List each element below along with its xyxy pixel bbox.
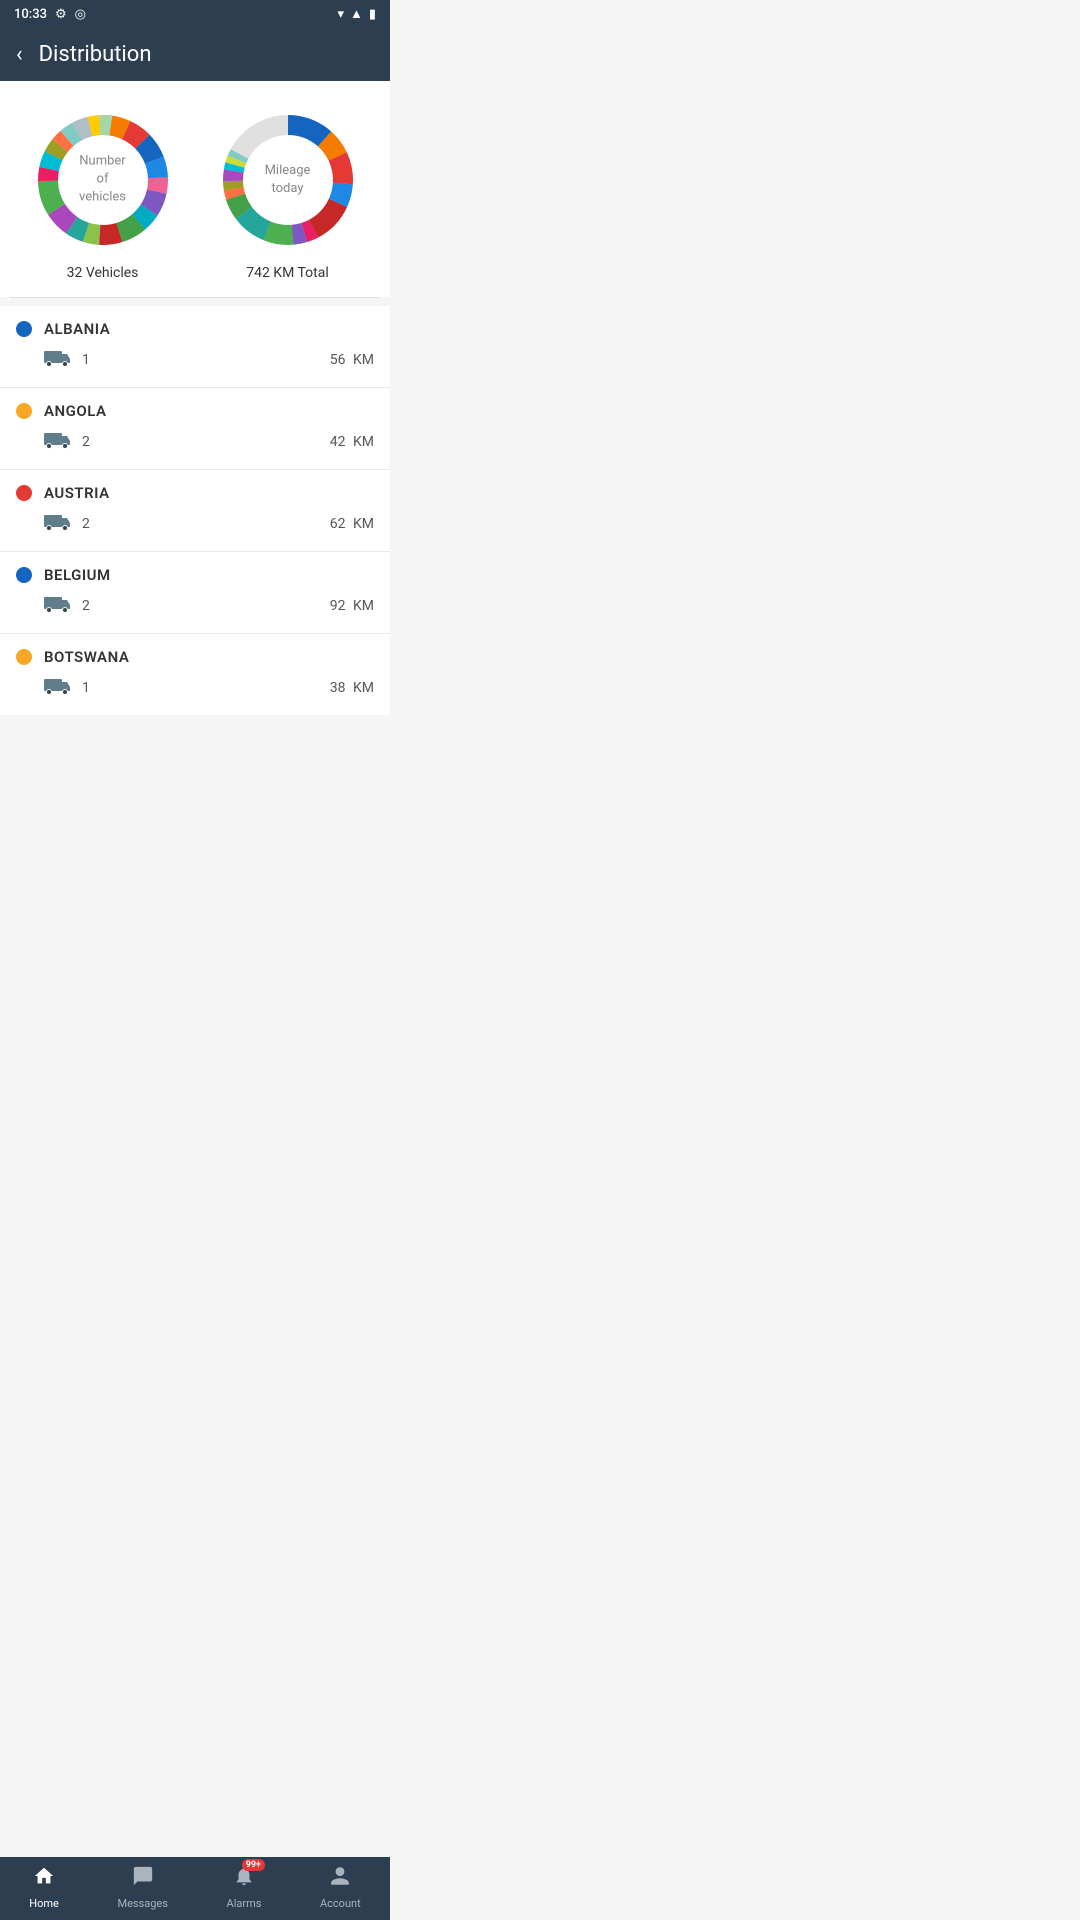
wifi-icon: ▾ bbox=[337, 7, 344, 22]
mileage-value: 38 KM bbox=[330, 680, 374, 696]
battery-icon: ▮ bbox=[369, 7, 376, 22]
vehicle-count: 1 bbox=[82, 352, 320, 368]
home-nav-label: Home bbox=[29, 1897, 59, 1910]
mileage-value: 42 KM bbox=[330, 434, 374, 450]
account-nav-label: Account bbox=[320, 1897, 361, 1910]
country-item[interactable]: AUSTRIA 2 62 KM bbox=[0, 470, 390, 551]
nav-item-account[interactable]: Account bbox=[320, 1865, 361, 1910]
at-icon: ◎ bbox=[75, 7, 86, 22]
charts-area: Number of vehicles 32 Vehicles bbox=[0, 81, 390, 297]
section-divider bbox=[10, 297, 380, 298]
country-color-dot bbox=[16, 649, 32, 665]
mileage-value: 62 KM bbox=[330, 516, 374, 532]
mileage-value: 92 KM bbox=[330, 598, 374, 614]
nav-item-messages[interactable]: Messages bbox=[117, 1865, 167, 1910]
app-header: ‹ Distribution bbox=[0, 28, 390, 81]
settings-icon: ⚙ bbox=[55, 7, 67, 22]
account-icon bbox=[329, 1868, 351, 1893]
alarms-nav-label: Alarms bbox=[227, 1897, 262, 1910]
messages-icon bbox=[132, 1868, 154, 1893]
country-list: ALBANIA 1 56 KM ANGOLA bbox=[0, 306, 390, 715]
home-icon-wrapper bbox=[33, 1865, 55, 1893]
messages-nav-label: Messages bbox=[117, 1897, 167, 1910]
vehicles-donut: Number of vehicles bbox=[28, 105, 178, 255]
country-item[interactable]: BELGIUM 2 92 KM bbox=[0, 552, 390, 633]
country-name: ALBANIA bbox=[44, 320, 110, 338]
vehicle-count: 2 bbox=[82, 434, 320, 450]
country-name: BELGIUM bbox=[44, 566, 111, 584]
country-name: AUSTRIA bbox=[44, 484, 110, 502]
page-title: Distribution bbox=[39, 42, 152, 67]
mileage-value: 56 KM bbox=[330, 352, 374, 368]
signal-icon: ▲ bbox=[350, 6, 363, 22]
truck-icon bbox=[44, 510, 72, 537]
mileage-label: 742 KM Total bbox=[246, 265, 329, 281]
country-name: ANGOLA bbox=[44, 402, 106, 420]
truck-icon bbox=[44, 428, 72, 455]
vehicles-label: 32 Vehicles bbox=[67, 265, 139, 281]
status-bar: 10:33 ⚙ ◎ ▾ ▲ ▮ bbox=[0, 0, 390, 28]
country-item[interactable]: ALBANIA 1 56 KM bbox=[0, 306, 390, 387]
country-color-dot bbox=[16, 485, 32, 501]
truck-icon bbox=[44, 346, 72, 373]
nav-item-alarms[interactable]: 99+ Alarms bbox=[227, 1865, 262, 1910]
country-name: BOTSWANA bbox=[44, 648, 129, 666]
country-color-dot bbox=[16, 567, 32, 583]
vehicle-count: 2 bbox=[82, 598, 320, 614]
time: 10:33 bbox=[14, 7, 47, 22]
home-icon bbox=[33, 1868, 55, 1893]
vehicles-chart: Number of vehicles 32 Vehicles bbox=[28, 105, 178, 281]
mileage-donut: Mileage today bbox=[213, 105, 363, 255]
account-icon-wrapper bbox=[329, 1865, 351, 1893]
bottom-nav: Home Messages 99+ Alarms Account bbox=[0, 1857, 390, 1920]
alarms-badge: 99+ bbox=[242, 1859, 265, 1871]
vehicle-count: 1 bbox=[82, 680, 320, 696]
country-color-dot bbox=[16, 403, 32, 419]
alarms-icon bbox=[233, 1868, 255, 1893]
mileage-chart: Mileage today 742 KM Total bbox=[213, 105, 363, 281]
truck-icon bbox=[44, 592, 72, 619]
back-button[interactable]: ‹ bbox=[16, 42, 23, 67]
country-color-dot bbox=[16, 321, 32, 337]
alarms-icon-wrapper: 99+ bbox=[233, 1865, 255, 1893]
country-item[interactable]: BOTSWANA 1 38 KM bbox=[0, 634, 390, 715]
country-item[interactable]: ANGOLA 2 42 KM bbox=[0, 388, 390, 469]
messages-icon-wrapper bbox=[132, 1865, 154, 1893]
nav-item-home[interactable]: Home bbox=[29, 1865, 59, 1910]
vehicle-count: 2 bbox=[82, 516, 320, 532]
truck-icon bbox=[44, 674, 72, 701]
